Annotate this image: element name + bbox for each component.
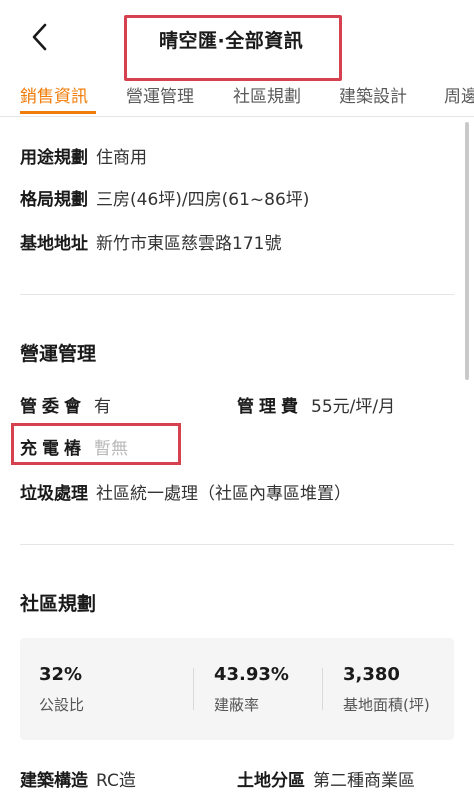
divider (20, 294, 454, 295)
tab-operations[interactable]: 營運管理 (126, 82, 194, 107)
stat-caption: 基地面積(坪) (343, 696, 430, 714)
structure-label: 建築構造 (20, 771, 88, 791)
back-button[interactable] (26, 20, 56, 54)
stat-value: 3,380 (343, 664, 400, 685)
committee-value: 有 (94, 397, 111, 417)
charger-value: 暫無 (94, 439, 128, 459)
community-stats-card: 32% 公設比 43.93% 建蔽率 3,380 基地面積(坪) (20, 638, 454, 740)
tab-architecture[interactable]: 建築設計 (339, 82, 407, 107)
chevron-left-icon (32, 23, 47, 51)
usage-label: 用途規劃 (20, 148, 88, 168)
stat-site-area: 3,380 基地面積(坪) (343, 664, 430, 715)
stat-separator (322, 668, 323, 710)
address-label: 基地地址 (20, 234, 88, 254)
layout-label: 格局規劃 (20, 190, 88, 210)
management-fee-value: 55元/坪/月 (311, 397, 396, 417)
community-section-title: 社區規劃 (20, 593, 97, 615)
scrollbar[interactable] (465, 122, 469, 380)
usage-value: 住商用 (96, 148, 147, 168)
stat-value: 43.93% (214, 664, 289, 685)
tab-sales-info[interactable]: 銷售資訊 (20, 82, 88, 107)
structure-value: RC造 (96, 771, 136, 791)
tab-community[interactable]: 社區規劃 (233, 82, 301, 107)
stat-separator (193, 668, 194, 710)
layout-row: 格局規劃 三房(46坪)/四房(61~86坪) (20, 185, 309, 210)
committee-label: 管委會 (20, 397, 86, 417)
page-title: 晴空匯·全部資訊 (159, 30, 304, 52)
management-fee-label: 管理費 (237, 397, 303, 417)
management-fee-row: 管理費 55元/坪/月 (237, 392, 395, 417)
zoning-row: 土地分區 第二種商業區 (237, 766, 415, 791)
tab-bar: 銷售資訊 營運管理 社區規劃 建築設計 周邊 (0, 76, 474, 116)
stat-value: 32% (39, 664, 83, 685)
tab-surroundings[interactable]: 周邊 (444, 82, 474, 107)
garbage-label: 垃圾處理 (20, 484, 88, 504)
tab-bar-border (0, 116, 474, 117)
committee-row: 管委會有 (20, 392, 111, 417)
garbage-row: 垃圾處理 社區統一處理（社區內專區堆置） (20, 479, 351, 504)
active-tab-indicator (20, 111, 96, 114)
usage-row: 用途規劃 住商用 (20, 143, 147, 168)
header: 晴空匯·全部資訊 (0, 0, 474, 81)
stat-coverage-ratio: 43.93% 建蔽率 (214, 664, 289, 715)
address-row: 基地地址 新竹市東區慈雲路171號 (20, 229, 281, 254)
structure-row: 建築構造 RC造 (20, 766, 136, 791)
charger-row: 充電樁 暫無 (20, 434, 128, 459)
operations-section-title: 營運管理 (20, 343, 97, 365)
garbage-value: 社區統一處理（社區內專區堆置） (96, 484, 351, 504)
layout-value: 三房(46坪)/四房(61~86坪) (96, 190, 310, 210)
address-value: 新竹市東區慈雲路171號 (96, 234, 282, 254)
charger-label: 充電樁 (20, 439, 86, 459)
stat-caption: 建蔽率 (214, 696, 260, 714)
zoning-label: 土地分區 (237, 771, 305, 791)
stat-caption: 公設比 (39, 696, 85, 714)
stat-public-ratio: 32% 公設比 (39, 664, 84, 715)
zoning-value: 第二種商業區 (313, 771, 415, 791)
divider (20, 544, 454, 545)
